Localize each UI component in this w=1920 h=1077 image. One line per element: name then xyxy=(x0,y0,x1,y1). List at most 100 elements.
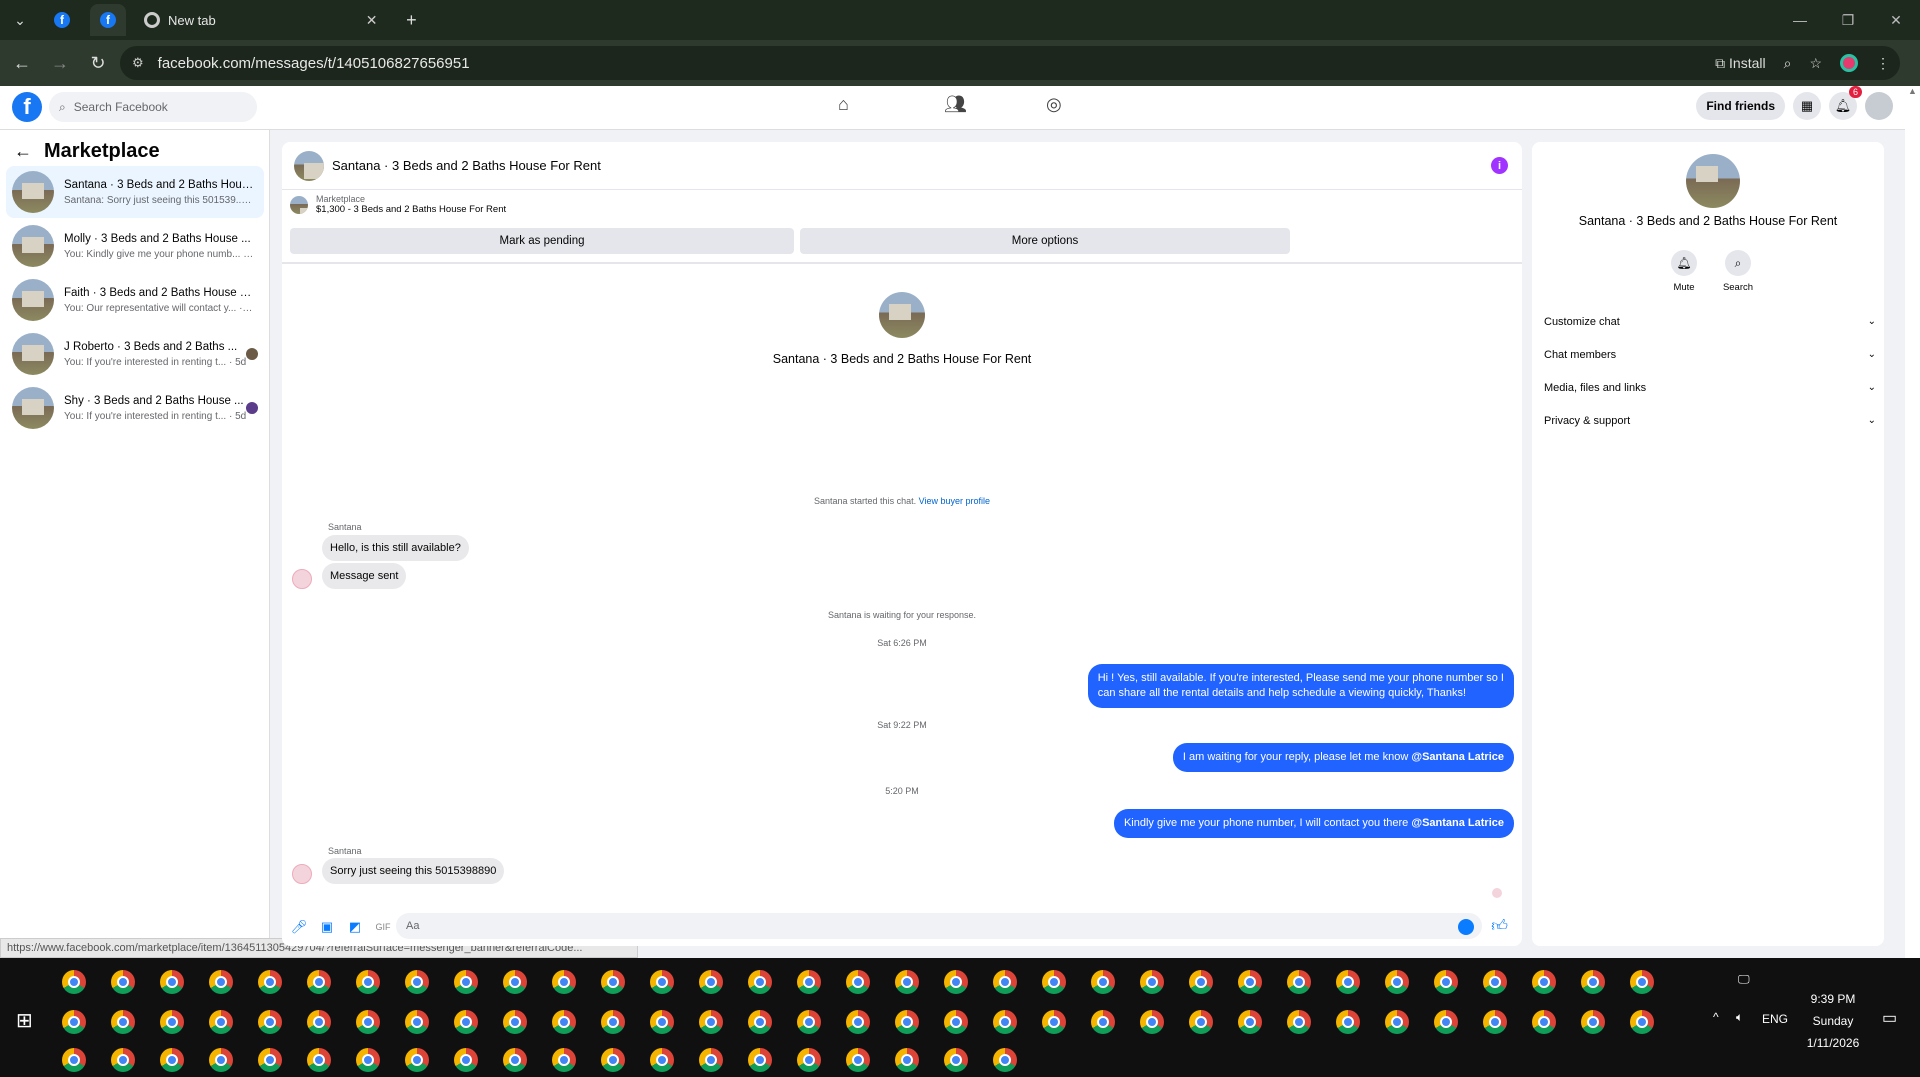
chrome-taskbar-icon[interactable] xyxy=(1091,970,1115,994)
chrome-taskbar-icon[interactable] xyxy=(62,970,86,994)
privacy-support-row[interactable]: Privacy & support ⌄ xyxy=(1544,415,1876,427)
chrome-taskbar-icon[interactable] xyxy=(160,1010,184,1034)
volume-icon[interactable]: 🔈︎ xyxy=(1736,1010,1743,1025)
sticker-icon[interactable]: ◩ xyxy=(344,916,366,938)
chrome-taskbar-icon[interactable] xyxy=(160,1048,184,1072)
chrome-taskbar-icon[interactable] xyxy=(993,970,1017,994)
chrome-taskbar-icon[interactable] xyxy=(258,1048,282,1072)
chrome-taskbar-icon[interactable] xyxy=(1042,1010,1066,1034)
chrome-taskbar-icon[interactable] xyxy=(503,1010,527,1034)
conversation-item[interactable]: Molly · 3 Beds and 2 Baths House ... You… xyxy=(6,220,264,272)
chrome-taskbar-icon[interactable] xyxy=(944,1048,968,1072)
chrome-taskbar-icon[interactable] xyxy=(1483,970,1507,994)
chrome-taskbar-icon[interactable] xyxy=(797,1010,821,1034)
chrome-taskbar-icon[interactable] xyxy=(944,970,968,994)
chrome-taskbar-icon[interactable] xyxy=(1287,1010,1311,1034)
chrome-taskbar-icon[interactable] xyxy=(797,970,821,994)
more-options-button[interactable]: More options xyxy=(800,228,1290,254)
site-info-icon[interactable]: ⚙ xyxy=(132,55,144,71)
chrome-taskbar-icon[interactable] xyxy=(356,970,380,994)
chrome-taskbar-icon[interactable] xyxy=(846,970,870,994)
chrome-taskbar-icon[interactable] xyxy=(1042,970,1066,994)
chrome-taskbar-icon[interactable] xyxy=(601,1010,625,1034)
address-bar[interactable]: ⚙ facebook.com/messages/t/14051068276569… xyxy=(120,46,1900,80)
chrome-taskbar-icon[interactable] xyxy=(699,970,723,994)
chrome-taskbar-icon[interactable] xyxy=(1140,970,1164,994)
chrome-taskbar-icon[interactable] xyxy=(1385,1010,1409,1034)
chrome-taskbar-icon[interactable] xyxy=(895,1048,919,1072)
chrome-taskbar-icon[interactable] xyxy=(944,1010,968,1034)
mention-tag[interactable]: @Santana Latrice xyxy=(1411,817,1504,829)
notifications-icon[interactable]: 🔔︎ 6 xyxy=(1829,86,1862,120)
chrome-taskbar-icon[interactable] xyxy=(1238,1010,1262,1034)
chrome-taskbar-icon[interactable] xyxy=(503,1048,527,1072)
chrome-taskbar-icon[interactable] xyxy=(209,970,233,994)
conversation-item[interactable]: Faith · 3 Beds and 2 Baths House F... Yo… xyxy=(6,274,264,326)
thumbs-up-icon[interactable]: 👍︎ xyxy=(1491,917,1508,936)
conversation-item[interactable]: J Roberto · 3 Beds and 2 Baths ... You: … xyxy=(6,328,264,380)
chrome-taskbar-icon[interactable] xyxy=(552,970,576,994)
restore-icon[interactable]: ❐ xyxy=(1824,0,1872,40)
chrome-taskbar-icon[interactable] xyxy=(1336,1010,1360,1034)
marketplace-listing-banner[interactable]: Marketplace $1,300 - 3 Beds and 2 Baths … xyxy=(290,194,506,215)
chrome-taskbar-icon[interactable] xyxy=(895,1010,919,1034)
chrome-taskbar-icon[interactable] xyxy=(1483,1010,1507,1034)
chrome-taskbar-icon[interactable] xyxy=(111,1048,135,1072)
chrome-taskbar-icon[interactable] xyxy=(699,1010,723,1034)
groups-icon[interactable]: ◎ xyxy=(1046,94,1062,115)
chrome-taskbar-icon[interactable] xyxy=(650,1048,674,1072)
page-scrollbar[interactable]: ▲ xyxy=(1905,86,1920,958)
show-hidden-icons[interactable]: ^ xyxy=(1713,1010,1719,1024)
chrome-taskbar-icon[interactable] xyxy=(748,970,772,994)
chrome-taskbar-icon[interactable] xyxy=(454,970,478,994)
action-center-icon[interactable]: ▭ xyxy=(1882,1008,1897,1028)
chrome-taskbar-icon[interactable] xyxy=(1581,970,1605,994)
chrome-taskbar-icon[interactable] xyxy=(62,1048,86,1072)
chrome-taskbar-icon[interactable] xyxy=(356,1048,380,1072)
reload-icon[interactable]: ↻ xyxy=(82,47,114,79)
emoji-icon[interactable] xyxy=(1458,919,1474,935)
chrome-taskbar-icon[interactable] xyxy=(62,1010,86,1034)
chrome-taskbar-icon[interactable] xyxy=(1434,1010,1458,1034)
chrome-taskbar-icon[interactable] xyxy=(1238,970,1262,994)
chrome-taskbar-icon[interactable] xyxy=(209,1010,233,1034)
view-buyer-profile-link[interactable]: View buyer profile xyxy=(919,496,990,506)
back-arrow-icon[interactable]: ← xyxy=(14,141,32,162)
search-conversation-button[interactable]: ⌕ Search xyxy=(1718,250,1758,293)
chrome-taskbar-icon[interactable] xyxy=(111,1010,135,1034)
chrome-taskbar-icon[interactable] xyxy=(699,1048,723,1072)
chrome-taskbar-icon[interactable] xyxy=(405,1048,429,1072)
chrome-taskbar-icon[interactable] xyxy=(650,970,674,994)
chrome-taskbar-icon[interactable] xyxy=(405,1010,429,1034)
chrome-taskbar-icon[interactable] xyxy=(748,1010,772,1034)
windows-start-icon[interactable]: ⊞ xyxy=(16,1008,33,1033)
chrome-taskbar-icon[interactable] xyxy=(307,970,331,994)
mark-pending-button[interactable]: Mark as pending xyxy=(290,228,794,254)
media-files-links-row[interactable]: Media, files and links ⌄ xyxy=(1544,382,1876,394)
chrome-taskbar-icon[interactable] xyxy=(209,1048,233,1072)
back-icon[interactable]: ← xyxy=(6,47,38,79)
chat-title[interactable]: Santana · 3 Beds and 2 Baths House For R… xyxy=(332,158,601,173)
chrome-taskbar-icon[interactable] xyxy=(1532,970,1556,994)
chrome-taskbar-icon[interactable] xyxy=(601,970,625,994)
chrome-taskbar-icon[interactable] xyxy=(993,1048,1017,1072)
chrome-taskbar-icon[interactable] xyxy=(895,970,919,994)
chrome-taskbar-icon[interactable] xyxy=(650,1010,674,1034)
chrome-taskbar-icon[interactable] xyxy=(846,1048,870,1072)
chat-avatar[interactable] xyxy=(294,150,324,181)
zoom-icon[interactable]: ⌕ xyxy=(1784,55,1792,72)
chrome-taskbar-icon[interactable] xyxy=(307,1048,331,1072)
close-tab-icon[interactable]: ✕ xyxy=(366,12,378,29)
message-input[interactable]: Aa xyxy=(396,913,1482,939)
tab-facebook-1[interactable]: f xyxy=(44,4,80,36)
microphone-icon[interactable]: 🎤︎ xyxy=(288,916,310,938)
chrome-taskbar-icon[interactable] xyxy=(405,970,429,994)
chrome-taskbar-icon[interactable] xyxy=(1140,1010,1164,1034)
chrome-taskbar-icon[interactable] xyxy=(993,1010,1017,1034)
account-avatar[interactable] xyxy=(1865,92,1893,120)
chrome-taskbar-icon[interactable] xyxy=(1434,970,1458,994)
photo-icon[interactable]: ▣ xyxy=(316,916,338,938)
facebook-logo-icon[interactable]: f xyxy=(12,92,42,122)
chrome-taskbar-icon[interactable] xyxy=(454,1010,478,1034)
new-tab-button[interactable]: + xyxy=(395,6,427,34)
